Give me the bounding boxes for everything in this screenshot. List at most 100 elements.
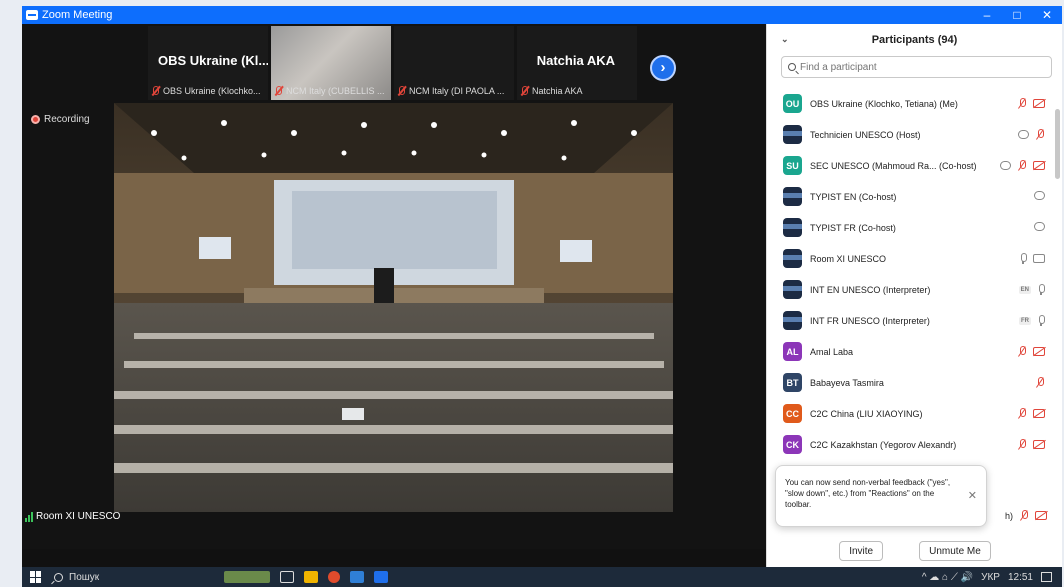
participant-name: Amal Laba <box>810 346 854 357</box>
participant-status-icons: FR <box>1019 315 1045 326</box>
notifications-icon[interactable] <box>1041 572 1052 582</box>
taskbar-search-text: Пошук <box>69 571 100 583</box>
participant-status-icons <box>1017 408 1045 419</box>
participant-search-input[interactable] <box>800 61 1000 73</box>
device-avatar-icon <box>783 280 802 299</box>
participant-name: Room XI UNESCO <box>810 253 887 264</box>
tile-label: NCM Italy (CUBELLIS ... <box>286 86 385 96</box>
mic-muted-icon <box>1017 98 1027 109</box>
video-tile[interactable]: NCM Italy (DI PAOLA ... <box>394 26 514 100</box>
participant-row[interactable]: CK C2C Kazakhstan (Yegorov Alexandr) <box>767 429 1062 460</box>
meeting-area: OBS Ukraine (Kl... OBS Ukraine (Klochko.… <box>22 24 766 549</box>
recording-label: Recording <box>44 114 90 125</box>
task-view-icon[interactable] <box>280 571 294 583</box>
invite-button[interactable]: Invite <box>839 541 884 561</box>
participant-name: TYPIST EN (Co-host) <box>810 191 897 202</box>
participant-avatar: CC <box>783 404 802 423</box>
title-bar: Zoom Meeting – □ ✕ <box>22 6 1062 24</box>
language-badge: EN <box>1018 285 1031 294</box>
participant-row[interactable]: Technicien UNESCO (Host) <box>767 119 1062 150</box>
clock[interactable]: 12:51 <box>1008 572 1033 583</box>
windows-start-icon[interactable] <box>30 571 42 583</box>
participant-row[interactable]: BT Babayeva Tasmira <box>767 367 1062 398</box>
participants-scrollbar[interactable] <box>1055 109 1060 179</box>
camera-off-icon <box>1035 511 1048 520</box>
window-title: Zoom Meeting <box>42 9 113 21</box>
participant-row[interactable]: OU OBS Ukraine (Klochko, Tetiana) (Me) <box>767 88 1062 119</box>
participant-name: TYPIST FR (Co-host) <box>810 222 896 233</box>
taskbar-widgets-icon[interactable] <box>224 571 270 583</box>
recording-indicator[interactable]: Recording <box>31 114 90 125</box>
collapse-panel-button[interactable]: ⌄ <box>781 34 789 45</box>
dismiss-tip-button[interactable]: ✕ <box>968 489 977 504</box>
video-tile[interactable]: Natchia AKA Natchia AKA <box>517 26 637 100</box>
participant-name: Babayeva Tasmira <box>810 377 884 388</box>
participant-row[interactable]: SU SEC UNESCO (Mahmoud Ra... (Co-host) <box>767 150 1062 181</box>
camera-off-icon <box>1033 99 1045 108</box>
participant-name: OBS Ukraine (Klochko, Tetiana) (Me) <box>810 98 958 109</box>
cloud-recording-icon <box>1034 191 1045 200</box>
participant-row[interactable]: TYPIST EN (Co-host) <box>767 181 1062 212</box>
participant-avatar: BT <box>783 373 802 392</box>
participant-row[interactable]: Room XI UNESCO <box>767 243 1062 274</box>
video-tile[interactable]: NCM Italy (CUBELLIS ... <box>271 26 391 100</box>
zoom-taskbar-icon[interactable] <box>374 571 388 583</box>
mic-muted-icon <box>1017 408 1027 419</box>
participant-name: INT FR UNESCO (Interpreter) <box>810 315 930 326</box>
participant-row[interactable]: AL Amal Laba <box>767 336 1062 367</box>
participant-name: C2C China (LIU XIAOYING) <box>810 408 923 419</box>
participant-status-icons <box>1017 439 1045 450</box>
participants-footer: Invite Unmute Me <box>767 541 1062 561</box>
search-icon <box>54 572 63 582</box>
taskbar-search[interactable]: Пошук <box>54 572 224 583</box>
participants-list: OU OBS Ukraine (Klochko, Tetiana) (Me) Tec… <box>767 88 1062 460</box>
device-avatar-icon <box>783 125 802 144</box>
zoom-app-icon <box>26 10 38 20</box>
participant-avatar: AL <box>783 342 802 361</box>
tile-display-name: OBS Ukraine (Kl... <box>158 53 268 68</box>
telegram-icon[interactable] <box>350 571 364 583</box>
mic-muted-icon <box>1017 160 1027 171</box>
device-avatar-icon <box>783 218 802 237</box>
participant-search[interactable] <box>781 56 1052 78</box>
participant-name: C2C Kazakhstan (Yegorov Alexandr) <box>810 439 957 450</box>
tray-icons[interactable]: ^ ☁ ⌂ ⟋ 🔊 <box>922 572 973 583</box>
keyboard-language[interactable]: УКР <box>981 572 1000 583</box>
reactions-tip-popup: You can now send non-verbal feedback ("y… <box>775 465 987 527</box>
mic-muted-icon <box>1019 510 1029 521</box>
participants-panel: ⌄ Participants (94) OU OBS Ukraine (Kloch… <box>766 24 1062 567</box>
unmute-me-button[interactable]: Unmute Me <box>919 541 991 561</box>
participant-status-icons <box>1017 346 1045 357</box>
conference-hall-image <box>114 103 673 512</box>
participant-name-tail: h) <box>1005 510 1014 521</box>
maximize-button[interactable]: □ <box>1002 6 1032 24</box>
mic-muted-icon <box>150 86 160 96</box>
zoom-window: Zoom Meeting – □ ✕ OBS Ukraine (Kl... OB… <box>22 6 1062 567</box>
tile-label: NCM Italy (DI PAOLA ... <box>409 86 505 96</box>
device-avatar-icon <box>783 187 802 206</box>
gallery-strip: OBS Ukraine (Kl... OBS Ukraine (Klochko.… <box>148 26 637 100</box>
participant-row[interactable]: TYPIST FR (Co-host) <box>767 212 1062 243</box>
video-tile[interactable]: OBS Ukraine (Kl... OBS Ukraine (Klochko.… <box>148 26 268 100</box>
camera-icon <box>1033 254 1045 263</box>
minimize-button[interactable]: – <box>972 6 1002 24</box>
file-explorer-icon[interactable] <box>304 571 318 583</box>
recording-dot-icon <box>31 115 40 124</box>
browser-icon[interactable] <box>328 571 340 583</box>
camera-off-icon <box>1033 440 1045 449</box>
close-button[interactable]: ✕ <box>1032 6 1062 24</box>
participant-row[interactable]: INT FR UNESCO (Interpreter) FR <box>767 305 1062 336</box>
participant-row[interactable]: CC C2C China (LIU XIAOYING) <box>767 398 1062 429</box>
participant-status-icons <box>1019 253 1045 264</box>
speaker-name-tag: Room XI UNESCO <box>25 511 120 522</box>
active-speaker-video[interactable] <box>114 103 673 512</box>
participant-status-icons <box>1034 191 1045 200</box>
device-avatar-icon <box>783 311 802 330</box>
participants-header: ⌄ Participants (94) <box>767 24 1062 56</box>
tile-label: Natchia AKA <box>532 86 583 96</box>
next-page-button[interactable]: › <box>650 55 676 81</box>
mic-muted-icon <box>1035 377 1045 388</box>
participant-row[interactable]: INT EN UNESCO (Interpreter) EN <box>767 274 1062 305</box>
participant-name: Technicien UNESCO (Host) <box>810 129 921 140</box>
camera-off-icon <box>1033 161 1045 170</box>
